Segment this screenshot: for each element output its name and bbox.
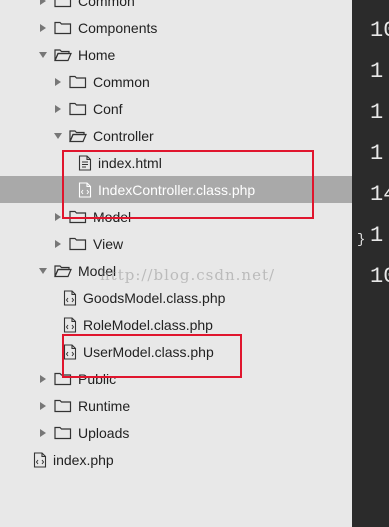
tree-folder-row[interactable]: Common	[0, 0, 352, 14]
tree-folder-row[interactable]: Conf	[0, 95, 352, 122]
tree-item-label: RoleModel.class.php	[83, 316, 213, 333]
folder-open-icon	[69, 129, 87, 143]
folder-icon	[54, 0, 72, 8]
chevron-down-icon[interactable]	[38, 264, 48, 278]
tree-item-label: GoodsModel.class.php	[83, 289, 226, 306]
folder-icon	[69, 75, 87, 89]
tree-item-label: Common	[78, 0, 135, 9]
line-number: 1	[370, 141, 384, 166]
chevron-down-icon[interactable]	[38, 48, 48, 62]
tree-folder-row[interactable]: Home	[0, 41, 352, 68]
folder-icon	[54, 21, 72, 35]
tree-file-row[interactable]: index.php	[0, 446, 352, 473]
highlight-box-usermodel	[62, 334, 242, 378]
line-number: 1	[370, 59, 384, 84]
file-icon	[63, 316, 77, 333]
tree-folder-row[interactable]: View	[0, 230, 352, 257]
tree-item-label: Controller	[93, 127, 154, 144]
file-tree-sidebar: Common Components Home Common Conf Controller…	[0, 0, 352, 527]
folder-open-icon	[54, 48, 72, 62]
tree-folder-row[interactable]: Controller	[0, 122, 352, 149]
line-number: 10	[370, 264, 389, 289]
tree-folder-row[interactable]: Runtime	[0, 392, 352, 419]
tree-item-label: Runtime	[78, 397, 131, 414]
tree-item-label: Common	[93, 73, 150, 90]
chevron-down-icon[interactable]	[53, 129, 63, 143]
chevron-right-icon[interactable]	[38, 372, 48, 386]
chevron-right-icon[interactable]	[53, 237, 63, 251]
tree-folder-row[interactable]: Components	[0, 14, 352, 41]
line-number: 10	[370, 18, 389, 43]
folder-icon	[69, 237, 87, 251]
chevron-right-icon[interactable]	[38, 426, 48, 440]
editor-gutter: 10 1 1 1 14 1 10}	[352, 0, 389, 527]
folder-icon	[54, 399, 72, 413]
tree-item-label: Components	[78, 19, 158, 36]
fold-brace: }	[357, 232, 366, 248]
file-icon	[63, 289, 77, 306]
chevron-right-icon[interactable]	[53, 102, 63, 116]
chevron-right-icon[interactable]	[38, 21, 48, 35]
chevron-right-icon[interactable]	[38, 0, 48, 8]
line-number: 1	[370, 223, 384, 248]
chevron-right-icon[interactable]	[38, 399, 48, 413]
tree-item-label: Home	[78, 46, 116, 63]
tree-item-label: Uploads	[78, 424, 130, 441]
line-number: 1	[370, 100, 384, 125]
line-number: 14	[370, 182, 389, 207]
watermark: http://blog.csdn.net/	[100, 266, 276, 284]
highlight-box-controller-files	[62, 150, 314, 219]
tree-folder-row[interactable]: Common	[0, 68, 352, 95]
folder-open-icon	[54, 264, 72, 278]
folder-icon	[54, 426, 72, 440]
file-icon	[33, 451, 47, 468]
tree-folder-row[interactable]: Uploads	[0, 419, 352, 446]
tree-item-label: Conf	[93, 100, 123, 117]
chevron-right-icon[interactable]	[53, 75, 63, 89]
tree-item-label: index.php	[53, 451, 114, 468]
tree-file-row[interactable]: GoodsModel.class.php	[0, 284, 352, 311]
folder-icon	[69, 102, 87, 116]
tree-item-label: View	[93, 235, 124, 252]
